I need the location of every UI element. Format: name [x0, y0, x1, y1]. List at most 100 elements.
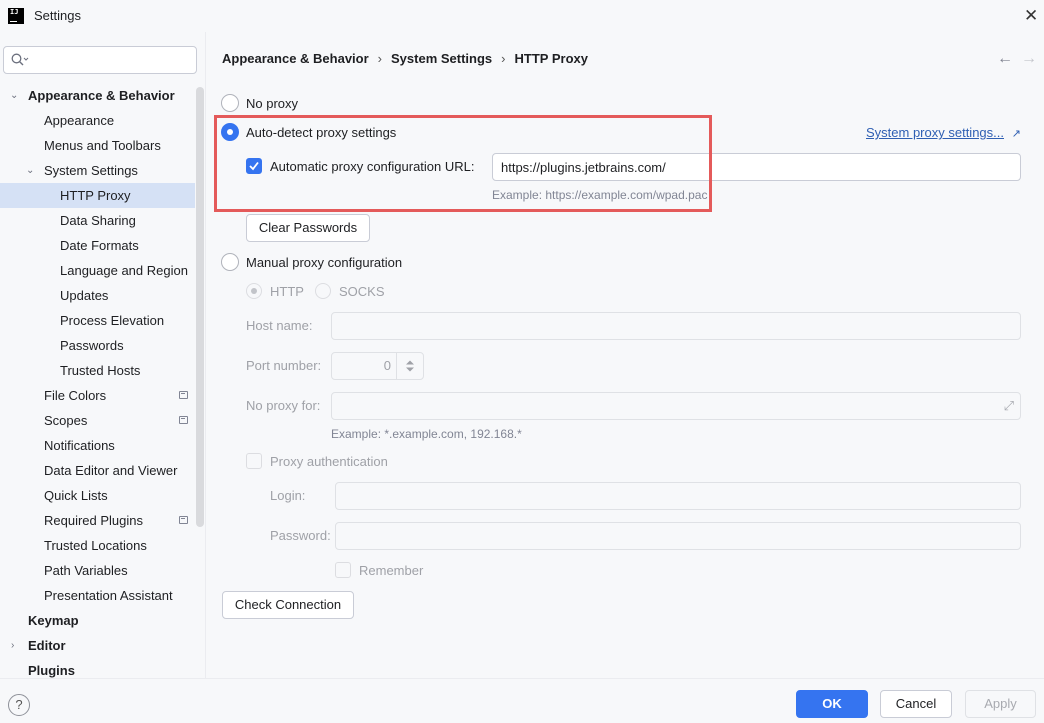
- dialog-footer: ? OK Cancel Apply: [0, 678, 1044, 723]
- tree-item-keymap[interactable]: Keymap: [0, 608, 195, 633]
- stepper-arrows-icon[interactable]: [405, 359, 415, 373]
- tree-item-label: File Colors: [44, 388, 107, 403]
- tree-item-menus-toolbars[interactable]: Menus and Toolbars: [0, 133, 195, 158]
- no-proxy-label[interactable]: No proxy: [246, 96, 298, 111]
- tree-item-trusted-locations[interactable]: Trusted Locations: [0, 533, 195, 558]
- tree-item-path-variables[interactable]: Path Variables: [0, 558, 195, 583]
- app-icon-text: IJ: [10, 8, 19, 16]
- remember-checkbox[interactable]: [335, 562, 351, 578]
- auto-config-url-label[interactable]: Automatic proxy configuration URL:: [270, 159, 474, 174]
- chevron-right-icon: ›: [11, 640, 15, 651]
- login-input[interactable]: [335, 482, 1021, 510]
- tree-item-appearance[interactable]: Appearance: [0, 108, 195, 133]
- tree-item-label: Required Plugins: [44, 513, 144, 528]
- no-proxy-for-label: No proxy for:: [246, 398, 321, 413]
- tree-item-label: Trusted Hosts: [60, 363, 141, 378]
- tree-item-label: Keymap: [28, 613, 79, 628]
- port-number-label: Port number:: [246, 358, 322, 373]
- tree-item-http-proxy[interactable]: HTTP Proxy: [0, 183, 195, 208]
- external-link-icon: ↗: [1011, 128, 1021, 140]
- tree-item-presentation-assistant[interactable]: Presentation Assistant: [0, 583, 195, 608]
- tree-item-appearance-behavior[interactable]: ⌄ Appearance & Behavior: [0, 83, 195, 108]
- tree-item-label: Quick Lists: [44, 488, 108, 503]
- manual-proxy-radio[interactable]: [221, 253, 239, 271]
- ok-button[interactable]: OK: [796, 690, 868, 718]
- tree-item-label: Data Sharing: [60, 213, 136, 228]
- socks-label[interactable]: SOCKS: [339, 284, 385, 299]
- tree-item-label: Process Elevation: [60, 313, 165, 328]
- tree-item-scopes[interactable]: Scopes: [0, 408, 195, 433]
- proxy-authentication-label[interactable]: Proxy authentication: [270, 454, 388, 469]
- socks-radio[interactable]: [315, 283, 331, 299]
- tree-item-label: Passwords: [60, 338, 124, 353]
- help-icon[interactable]: ?: [8, 694, 30, 716]
- breadcrumb-item: HTTP Proxy: [514, 51, 588, 66]
- tree-item-editor[interactable]: › Editor: [0, 633, 195, 658]
- tree-item-file-colors[interactable]: File Colors: [0, 383, 195, 408]
- clear-passwords-button[interactable]: Clear Passwords: [246, 214, 370, 242]
- tree-item-quick-lists[interactable]: Quick Lists: [0, 483, 195, 508]
- tree-item-passwords[interactable]: Passwords: [0, 333, 195, 358]
- host-name-input[interactable]: [331, 312, 1021, 340]
- window-title: Settings: [34, 8, 81, 23]
- settings-tree: ⌄ Appearance & Behavior Appearance Menus…: [0, 83, 195, 683]
- back-arrow-icon[interactable]: ←: [997, 50, 1013, 67]
- tree-item-date-formats[interactable]: Date Formats: [0, 233, 195, 258]
- system-proxy-link-text: System proxy settings...: [866, 125, 1004, 140]
- host-name-label: Host name:: [246, 318, 313, 333]
- chevron-down-icon: ⌄: [26, 165, 35, 176]
- tree-item-label: HTTP Proxy: [60, 188, 131, 203]
- breadcrumb: Appearance & Behavior › System Settings › HT…: [222, 51, 588, 66]
- tree-item-language-region[interactable]: Language and Region: [0, 258, 195, 283]
- auto-config-url-checkbox[interactable]: [246, 158, 262, 174]
- tree-item-label: Editor: [28, 638, 66, 653]
- tree-item-label: Language and Region: [60, 263, 188, 278]
- breadcrumb-item[interactable]: System Settings: [391, 51, 492, 66]
- apply-button[interactable]: Apply: [965, 690, 1036, 718]
- tree-item-label: Scopes: [44, 413, 88, 428]
- system-proxy-settings-link[interactable]: System proxy settings... ↗: [866, 125, 1021, 140]
- settings-search-box[interactable]: [3, 46, 197, 74]
- check-connection-button[interactable]: Check Connection: [222, 591, 354, 619]
- auto-config-url-input[interactable]: [492, 153, 1021, 181]
- http-label[interactable]: HTTP: [270, 284, 304, 299]
- search-icon: [11, 53, 29, 66]
- no-proxy-for-input[interactable]: ⤢: [331, 392, 1021, 420]
- history-navigation: ← →: [997, 50, 1044, 68]
- chevron-right-icon: ›: [377, 51, 383, 66]
- proxy-authentication-checkbox[interactable]: [246, 453, 262, 469]
- forward-arrow-icon[interactable]: →: [1021, 50, 1037, 67]
- tree-item-label: Notifications: [44, 438, 115, 453]
- tree-item-system-settings[interactable]: ⌄ System Settings: [0, 158, 195, 183]
- project-level-icon: [179, 391, 188, 399]
- auto-detect-label[interactable]: Auto-detect proxy settings: [246, 125, 396, 140]
- tree-item-notifications[interactable]: Notifications: [0, 433, 195, 458]
- password-input[interactable]: [335, 522, 1021, 550]
- tree-item-required-plugins[interactable]: Required Plugins: [0, 508, 195, 533]
- sidebar-scrollbar[interactable]: [196, 87, 204, 527]
- settings-content: Appearance & Behavior › System Settings › HT…: [207, 32, 1044, 678]
- expand-icon[interactable]: ⤢: [1004, 393, 1014, 419]
- remember-label[interactable]: Remember: [359, 563, 423, 578]
- intellij-app-icon: IJ: [8, 8, 24, 24]
- settings-search-input[interactable]: [32, 50, 192, 70]
- manual-proxy-label[interactable]: Manual proxy configuration: [246, 255, 402, 270]
- cancel-button[interactable]: Cancel: [880, 690, 952, 718]
- close-icon[interactable]: ✕: [1024, 6, 1038, 26]
- auto-detect-radio[interactable]: [221, 123, 239, 141]
- http-radio[interactable]: [246, 283, 262, 299]
- no-proxy-radio[interactable]: [221, 94, 239, 112]
- tree-item-process-elevation[interactable]: Process Elevation: [0, 308, 195, 333]
- chevron-right-icon: ›: [501, 51, 506, 66]
- tree-item-trusted-hosts[interactable]: Trusted Hosts: [0, 358, 195, 383]
- password-label: Password:: [270, 528, 331, 543]
- tree-item-data-sharing[interactable]: Data Sharing: [0, 208, 195, 233]
- stepper-divider: [396, 353, 397, 379]
- settings-sidebar: ⌄ Appearance & Behavior Appearance Menus…: [0, 32, 206, 678]
- tree-item-label: Appearance: [44, 113, 115, 128]
- tree-item-updates[interactable]: Updates: [0, 283, 195, 308]
- port-number-stepper[interactable]: 0: [331, 352, 424, 380]
- tree-item-data-editor-viewer[interactable]: Data Editor and Viewer: [0, 458, 195, 483]
- tree-item-label: Trusted Locations: [44, 538, 147, 553]
- breadcrumb-item[interactable]: Appearance & Behavior: [222, 51, 369, 66]
